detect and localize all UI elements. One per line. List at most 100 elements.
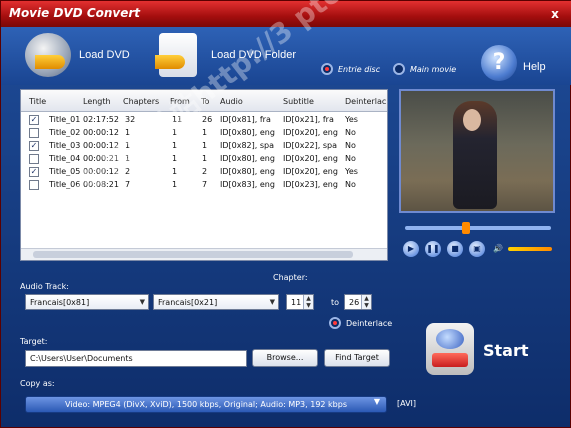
start-icon[interactable] xyxy=(426,323,474,375)
cell-audio: ID[0x82], spa xyxy=(220,141,274,150)
cell-audio: ID[0x80], eng xyxy=(220,128,275,137)
row-checkbox[interactable] xyxy=(29,128,39,138)
main-movie-radio[interactable]: Main movie xyxy=(393,63,456,75)
cell-to: 26 xyxy=(202,115,213,124)
entire-disc-radio[interactable]: Entrie disc xyxy=(321,63,380,75)
table-row[interactable]: Title_02 00:00:12 1 1 1 ID[0x80], eng ID[0x20]… xyxy=(21,127,387,140)
column-audio[interactable]: Audio xyxy=(220,97,243,106)
cell-to: 1 xyxy=(202,154,208,163)
column-title[interactable]: Title xyxy=(29,97,46,106)
seek-track xyxy=(405,226,551,230)
table-row[interactable]: Title_04 00:00:21 1 1 1 ID[0x80], eng ID[0x20]… xyxy=(21,153,387,166)
help-button[interactable]: ? xyxy=(481,45,517,81)
cell-from: 1 xyxy=(172,154,178,163)
deinterlace-label: Deinterlace xyxy=(346,318,393,328)
volume-slider[interactable] xyxy=(508,247,552,251)
column-from[interactable]: From xyxy=(170,97,190,106)
cell-title: Title_02 xyxy=(49,128,81,137)
spinner-arrows-icon[interactable]: ▲ ▼ xyxy=(303,295,313,309)
audio-track-label: Audio Track: xyxy=(20,282,69,291)
cell-chapters: 1 xyxy=(125,154,131,163)
subtitle-select[interactable]: Francais[0x21] ▼ xyxy=(153,294,279,310)
radio-unselected-icon xyxy=(393,63,405,75)
spinner-arrows-icon[interactable]: ▲ ▼ xyxy=(361,295,371,309)
cell-deint: No xyxy=(345,141,356,150)
play-icon[interactable]: ▶ xyxy=(403,241,419,257)
cell-title: Title_06 xyxy=(49,180,81,189)
column-length[interactable]: Length xyxy=(83,97,111,106)
snapshot-icon[interactable]: ▣ xyxy=(469,241,485,257)
subtitle-value: Francais[0x21] xyxy=(158,298,218,307)
volume-icon[interactable]: 🔊 xyxy=(490,241,506,257)
cell-length: 02:17:52 xyxy=(83,115,119,124)
video-preview xyxy=(399,89,555,213)
main-movie-label: Main movie xyxy=(410,64,457,74)
cell-audio: ID[0x80], eng xyxy=(220,154,275,163)
load-dvd-label: Load DVD xyxy=(79,49,130,61)
close-icon[interactable]: x xyxy=(548,7,562,21)
table-row[interactable]: ✓ Title_01 02:17:52 32 11 26 ID[0x81], fra ID[0… xyxy=(21,114,387,127)
title-table: Title Length Chapters From To Audio Subt… xyxy=(20,89,388,261)
audio-track-select[interactable]: Francais[0x81] ▼ xyxy=(25,294,149,310)
column-deinterlace[interactable]: Deinterlac xyxy=(345,97,386,106)
help-label: Help xyxy=(523,61,546,73)
start-button-label[interactable]: Start xyxy=(483,341,529,360)
column-chapters[interactable]: Chapters xyxy=(123,97,159,106)
column-to[interactable]: To xyxy=(201,97,209,106)
cell-chapters: 2 xyxy=(125,167,131,176)
seek-knob[interactable] xyxy=(462,222,471,234)
browse-button[interactable]: Browse... xyxy=(252,349,318,367)
entire-disc-label: Entrie disc xyxy=(338,64,381,74)
column-subtitle[interactable]: Subtitle xyxy=(283,97,314,106)
chapter-from-value: 11 xyxy=(291,298,302,307)
cell-subtitle: ID[0x20], eng xyxy=(283,128,338,137)
row-checkbox[interactable]: ✓ xyxy=(29,167,39,177)
load-dvd-folder-button[interactable]: Load DVD Folder xyxy=(155,33,296,77)
cell-audio: ID[0x80], eng xyxy=(220,167,275,176)
target-label: Target: xyxy=(20,337,48,346)
stop-icon[interactable]: ■ xyxy=(447,241,463,257)
find-target-button[interactable]: Find Target xyxy=(324,349,390,367)
app-window: Movie DVD Convert x Load DVD Load DVD Fo… xyxy=(0,0,571,428)
cell-title: Title_05 xyxy=(49,167,81,176)
scrollbar-thumb[interactable] xyxy=(33,251,353,258)
row-checkbox[interactable] xyxy=(29,180,39,190)
cell-deint: No xyxy=(345,128,356,137)
target-path-input[interactable]: C:\Users\User\Documents xyxy=(25,350,247,367)
cell-length: 00:08:21 xyxy=(83,180,119,189)
cell-audio: ID[0x81], fra xyxy=(220,115,271,124)
output-format-select[interactable]: Video: MPEG4 (DivX, XviD), 1500 kbps, Or… xyxy=(25,396,387,413)
table-row[interactable]: ✓ Title_03 00:00:12 1 1 1 ID[0x82], spa ID[0x22… xyxy=(21,140,387,153)
row-checkbox[interactable] xyxy=(29,154,39,164)
cell-deint: Yes xyxy=(345,167,358,176)
row-checkbox[interactable]: ✓ xyxy=(29,141,39,151)
cell-chapters: 7 xyxy=(125,180,131,189)
pause-icon[interactable]: ❚❚ xyxy=(425,241,441,257)
chapter-to-spinner[interactable]: 26 ▲ ▼ xyxy=(344,294,372,310)
load-dvd-button[interactable]: Load DVD xyxy=(25,33,130,77)
seek-slider[interactable] xyxy=(399,221,555,235)
cell-from: 1 xyxy=(172,141,178,150)
cell-length: 00:00:12 xyxy=(83,141,119,150)
cell-deint: Yes xyxy=(345,115,358,124)
cell-length: 00:00:12 xyxy=(83,128,119,137)
chevron-down-icon: ▼ xyxy=(269,298,275,306)
dvd-disc-icon xyxy=(25,33,71,77)
table-row[interactable]: ✓ Title_05 00:00:12 2 1 2 ID[0x80], eng ID[0x20… xyxy=(21,166,387,179)
output-format-value: Video: MPEG4 (DivX, XviD), 1500 kbps, Or… xyxy=(64,400,347,409)
chevron-down-icon: ▼ xyxy=(373,397,380,406)
deinterlace-radio[interactable]: Deinterlace xyxy=(329,317,392,329)
cell-length: 00:00:21 xyxy=(83,154,119,163)
load-dvd-folder-label: Load DVD Folder xyxy=(211,49,296,61)
cell-to: 1 xyxy=(202,128,208,137)
copy-as-label: Copy as: xyxy=(20,379,55,388)
table-row[interactable]: Title_06 00:08:21 7 1 7 ID[0x83], eng ID[0x23]… xyxy=(21,179,387,192)
row-checkbox[interactable]: ✓ xyxy=(29,115,39,125)
chapter-from-spinner[interactable]: 11 ▲ ▼ xyxy=(286,294,314,310)
horizontal-scrollbar[interactable] xyxy=(21,248,387,260)
chapter-to-label: to xyxy=(331,298,340,307)
cell-length: 00:00:12 xyxy=(83,167,119,176)
cell-to: 2 xyxy=(202,167,208,176)
cell-from: 1 xyxy=(172,180,178,189)
chapter-to-value: 26 xyxy=(349,298,360,307)
